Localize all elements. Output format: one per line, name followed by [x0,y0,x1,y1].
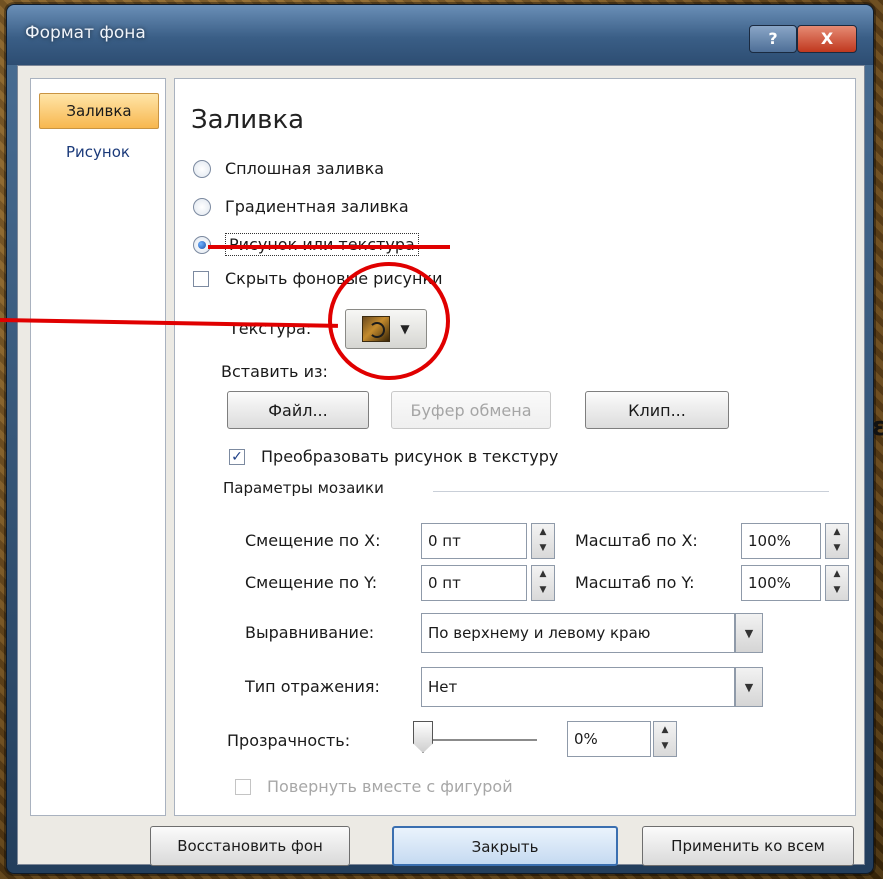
transparency-label: Прозрачность: [227,731,351,750]
category-nav: Заливка Рисунок [30,78,166,816]
scale-x-spinner[interactable]: ▲ ▼ [825,523,849,559]
mirror-type-label: Тип отражения: [245,677,380,696]
offset-x-spinner[interactable]: ▲ ▼ [531,523,555,559]
clip-button[interactable]: Клип... [585,391,729,429]
fill-panel: Заливка Сплошная заливка Градиентная зал… [174,78,856,816]
dialog-title: Формат фона [25,23,146,43]
tile-picture-checkbox[interactable]: ✓ [229,448,245,465]
reset-background-button[interactable]: Восстановить фон [150,826,350,866]
transparency-spinner[interactable]: ▲ ▼ [653,721,677,757]
edge-mark: ε [872,412,883,442]
annotation-underline [208,245,450,249]
scale-x-input[interactable]: 100% [741,523,821,559]
mosaic-group-title: Параметры мозаики [223,479,384,497]
file-button[interactable]: Файл... [227,391,369,429]
alignment-label: Выравнивание: [245,623,375,642]
title-bar[interactable]: Формат фона ? X [7,5,873,65]
hide-bg-graphics-checkbox[interactable] [193,270,209,287]
nav-item-picture[interactable]: Рисунок [39,135,157,169]
group-divider [433,491,829,492]
transparency-slider-thumb[interactable] [413,721,433,753]
apply-to-all-button[interactable]: Применить ко всем [642,826,854,866]
format-background-dialog: Формат фона ? X Заливка Рисунок Заливка … [6,4,874,874]
clipboard-button[interactable]: Буфер обмена [391,391,551,429]
offset-x-label: Смещение по X: [245,531,381,550]
help-button[interactable]: ? [749,25,797,53]
offset-y-input[interactable]: 0 пт [421,565,527,601]
transparency-input[interactable]: 0% [567,721,651,757]
tile-picture-label: Преобразовать рисунок в текстуру [261,447,559,466]
solid-fill-label: Сплошная заливка [225,159,385,178]
panel-heading: Заливка [191,105,305,135]
tile-picture-option[interactable]: ✓ Преобразовать рисунок в текстуру [229,447,558,466]
solid-fill-radio[interactable] [193,159,211,178]
offset-x-input[interactable]: 0 пт [421,523,527,559]
dialog-client-area: Заливка Рисунок Заливка Сплошная заливка… [17,65,865,866]
nav-item-fill[interactable]: Заливка [39,93,159,129]
mirror-type-chevron-down-icon[interactable]: ▼ [735,667,763,707]
scale-y-input[interactable]: 100% [741,565,821,601]
rotate-with-shape-label: Повернуть вместе с фигурой [267,777,513,796]
scale-x-label: Масштаб по X: [575,531,698,550]
rotate-with-shape-option[interactable]: Повернуть вместе с фигурой [235,777,513,796]
scale-y-spinner[interactable]: ▲ ▼ [825,565,849,601]
mirror-type-select[interactable]: Нет [421,667,735,707]
offset-y-spinner[interactable]: ▲ ▼ [531,565,555,601]
gradient-fill-option[interactable]: Градиентная заливка [193,197,409,216]
solid-fill-option[interactable]: Сплошная заливка [193,159,384,178]
alignment-chevron-down-icon[interactable]: ▼ [735,613,763,653]
alignment-select[interactable]: По верхнему и левому краю [421,613,735,653]
insert-from-label: Вставить из: [221,362,328,381]
scale-y-label: Масштаб по Y: [575,573,695,592]
transparency-slider-track[interactable] [427,739,537,741]
close-window-button[interactable]: X [797,25,857,53]
gradient-fill-label: Градиентная заливка [225,197,409,216]
close-button[interactable]: Закрыть [392,826,618,866]
gradient-fill-radio[interactable] [193,197,211,216]
annotation-circle [328,262,450,380]
offset-y-label: Смещение по Y: [245,573,378,592]
rotate-with-shape-checkbox[interactable] [235,778,251,795]
